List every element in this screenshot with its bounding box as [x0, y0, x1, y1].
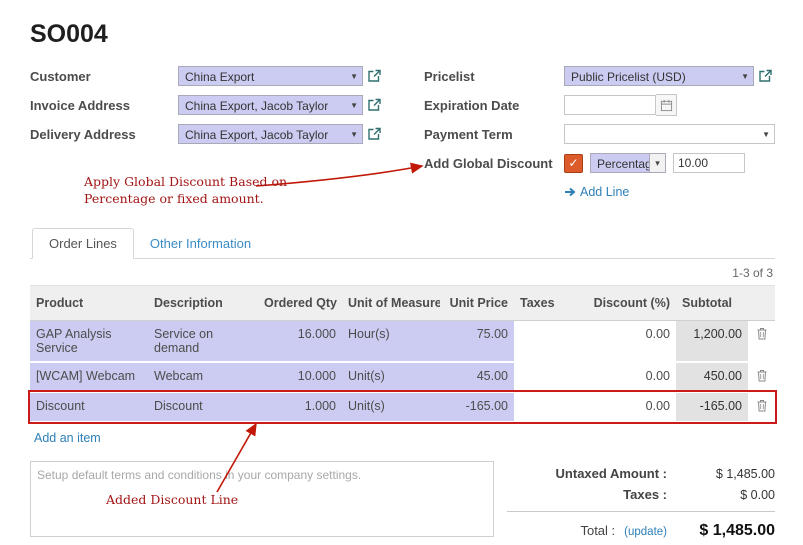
order-line-row-discount: Discount Discount 1.000 Unit(s) -165.00 … — [30, 392, 775, 422]
pager: 1-3 of 3 — [30, 266, 773, 280]
notebook-tabs: Order Lines Other Information — [30, 228, 775, 259]
footer-section: Untaxed Amount : $ 1,485.00 Taxes : $ 0.… — [30, 461, 775, 543]
customer-value: China Export — [185, 70, 254, 84]
fields-right-column: Pricelist Public Pricelist (USD) ▼ Expir… — [402, 65, 775, 210]
untaxed-amount-value: $ 1,485.00 — [667, 467, 775, 481]
add-an-item-link[interactable]: Add an item — [34, 431, 101, 445]
discount-cell[interactable]: 0.00 — [572, 321, 676, 363]
discount-cell[interactable]: 0.00 — [572, 362, 676, 392]
open-record-icon[interactable] — [367, 98, 381, 112]
table-header-row: Product Description Ordered Qty Unit of … — [30, 286, 775, 321]
pricelist-select[interactable]: Public Pricelist (USD) ▼ — [564, 66, 754, 86]
uom-cell[interactable]: Unit(s) — [342, 392, 440, 422]
open-record-icon[interactable] — [367, 69, 381, 83]
delivery-address-value: China Export, Jacob Taylor — [185, 128, 328, 142]
pricelist-value: Public Pricelist (USD) — [571, 70, 686, 84]
expiration-date-input[interactable] — [564, 95, 656, 115]
delete-row-icon[interactable] — [748, 362, 775, 392]
uom-cell[interactable]: Unit(s) — [342, 362, 440, 392]
pricelist-label: Pricelist — [424, 69, 564, 84]
product-cell[interactable]: [WCAM] Webcam — [30, 362, 148, 392]
col-header-subtotal: Subtotal — [676, 286, 748, 321]
description-cell[interactable]: Service on demand — [148, 321, 258, 363]
description-cell[interactable]: Webcam — [148, 362, 258, 392]
chevron-down-icon: ▼ — [762, 125, 770, 144]
uom-cell[interactable]: Hour(s) — [342, 321, 440, 363]
arrow-right-icon — [564, 186, 576, 198]
add-line-button[interactable]: Add Line — [564, 185, 629, 199]
global-discount-checkbox[interactable]: ✓ — [564, 154, 583, 173]
invoice-address-value: China Export, Jacob Taylor — [185, 99, 328, 113]
col-header-description: Description — [148, 286, 258, 321]
col-header-actions — [748, 286, 775, 321]
chevron-down-icon: ▼ — [350, 125, 358, 144]
page-title: SO004 — [30, 20, 775, 49]
product-cell[interactable]: Discount — [30, 392, 148, 422]
customer-select[interactable]: China Export ▼ — [178, 66, 363, 86]
subtotal-cell: 1,200.00 — [676, 321, 748, 363]
customer-label: Customer — [30, 69, 178, 84]
taxes-label: Taxes : — [623, 487, 667, 502]
header-fields: Customer China Export ▼ Invoice Address — [30, 65, 775, 210]
expiration-date-label: Expiration Date — [424, 98, 564, 113]
terms-textarea[interactable] — [30, 461, 494, 537]
global-discount-label: Add Global Discount — [424, 156, 564, 171]
totals-panel: Untaxed Amount : $ 1,485.00 Taxes : $ 0.… — [507, 461, 775, 543]
update-total-link[interactable]: (update) — [624, 526, 667, 538]
delete-row-icon[interactable] — [748, 321, 775, 363]
sale-order-form: Apply Global Discount Based on Percentag… — [0, 0, 803, 545]
payment-term-select[interactable]: ▼ — [564, 124, 775, 144]
qty-cell[interactable]: 10.000 — [258, 362, 342, 392]
chevron-down-icon: ▼ — [350, 67, 358, 86]
discount-cell[interactable]: 0.00 — [572, 392, 676, 422]
tab-order-lines[interactable]: Order Lines — [32, 228, 134, 259]
total-label: Total : — [580, 523, 615, 538]
order-line-row: [WCAM] Webcam Webcam 10.000 Unit(s) 45.0… — [30, 362, 775, 392]
col-header-unit-of-measure: Unit of Measure — [342, 286, 440, 321]
col-header-ordered-qty: Ordered Qty — [258, 286, 342, 321]
subtotal-cell: 450.00 — [676, 362, 748, 392]
delete-row-icon[interactable] — [748, 392, 775, 422]
col-header-unit-price: Unit Price — [440, 286, 514, 321]
subtotal-cell: -165.00 — [676, 392, 748, 422]
unit-price-cell[interactable]: 45.00 — [440, 362, 514, 392]
fields-left-column: Customer China Export ▼ Invoice Address — [30, 65, 402, 210]
chevron-down-icon: ▼ — [741, 67, 749, 86]
taxes-cell[interactable] — [514, 362, 572, 392]
taxes-value: $ 0.00 — [667, 488, 775, 502]
taxes-cell[interactable] — [514, 392, 572, 422]
total-value: $ 1,485.00 — [667, 522, 775, 540]
qty-cell[interactable]: 16.000 — [258, 321, 342, 363]
chevron-down-icon: ▼ — [350, 96, 358, 115]
discount-type-select[interactable]: Percentage ▾ — [590, 153, 666, 173]
delivery-address-label: Delivery Address — [30, 127, 178, 142]
description-cell[interactable]: Discount — [148, 392, 258, 422]
discount-amount-input[interactable] — [673, 153, 745, 173]
col-header-taxes: Taxes — [514, 286, 572, 321]
payment-term-label: Payment Term — [424, 127, 564, 142]
chevron-down-icon: ▾ — [649, 154, 665, 172]
tab-other-information[interactable]: Other Information — [134, 229, 267, 258]
calendar-icon[interactable] — [656, 94, 677, 116]
unit-price-cell[interactable]: 75.00 — [440, 321, 514, 363]
product-cell[interactable]: GAP Analysis Service — [30, 321, 148, 363]
untaxed-amount-label: Untaxed Amount : — [556, 466, 667, 481]
order-lines-table: Product Description Ordered Qty Unit of … — [30, 285, 775, 423]
col-header-product: Product — [30, 286, 148, 321]
invoice-address-select[interactable]: China Export, Jacob Taylor ▼ — [178, 95, 363, 115]
open-record-icon[interactable] — [758, 69, 772, 83]
col-header-discount: Discount (%) — [572, 286, 676, 321]
add-line-label: Add Line — [580, 185, 629, 199]
check-icon: ✓ — [568, 156, 578, 170]
taxes-cell[interactable] — [514, 321, 572, 363]
open-record-icon[interactable] — [367, 127, 381, 141]
delivery-address-select[interactable]: China Export, Jacob Taylor ▼ — [178, 124, 363, 144]
order-line-row: GAP Analysis Service Service on demand 1… — [30, 321, 775, 363]
unit-price-cell[interactable]: -165.00 — [440, 392, 514, 422]
invoice-address-label: Invoice Address — [30, 98, 178, 113]
qty-cell[interactable]: 1.000 — [258, 392, 342, 422]
